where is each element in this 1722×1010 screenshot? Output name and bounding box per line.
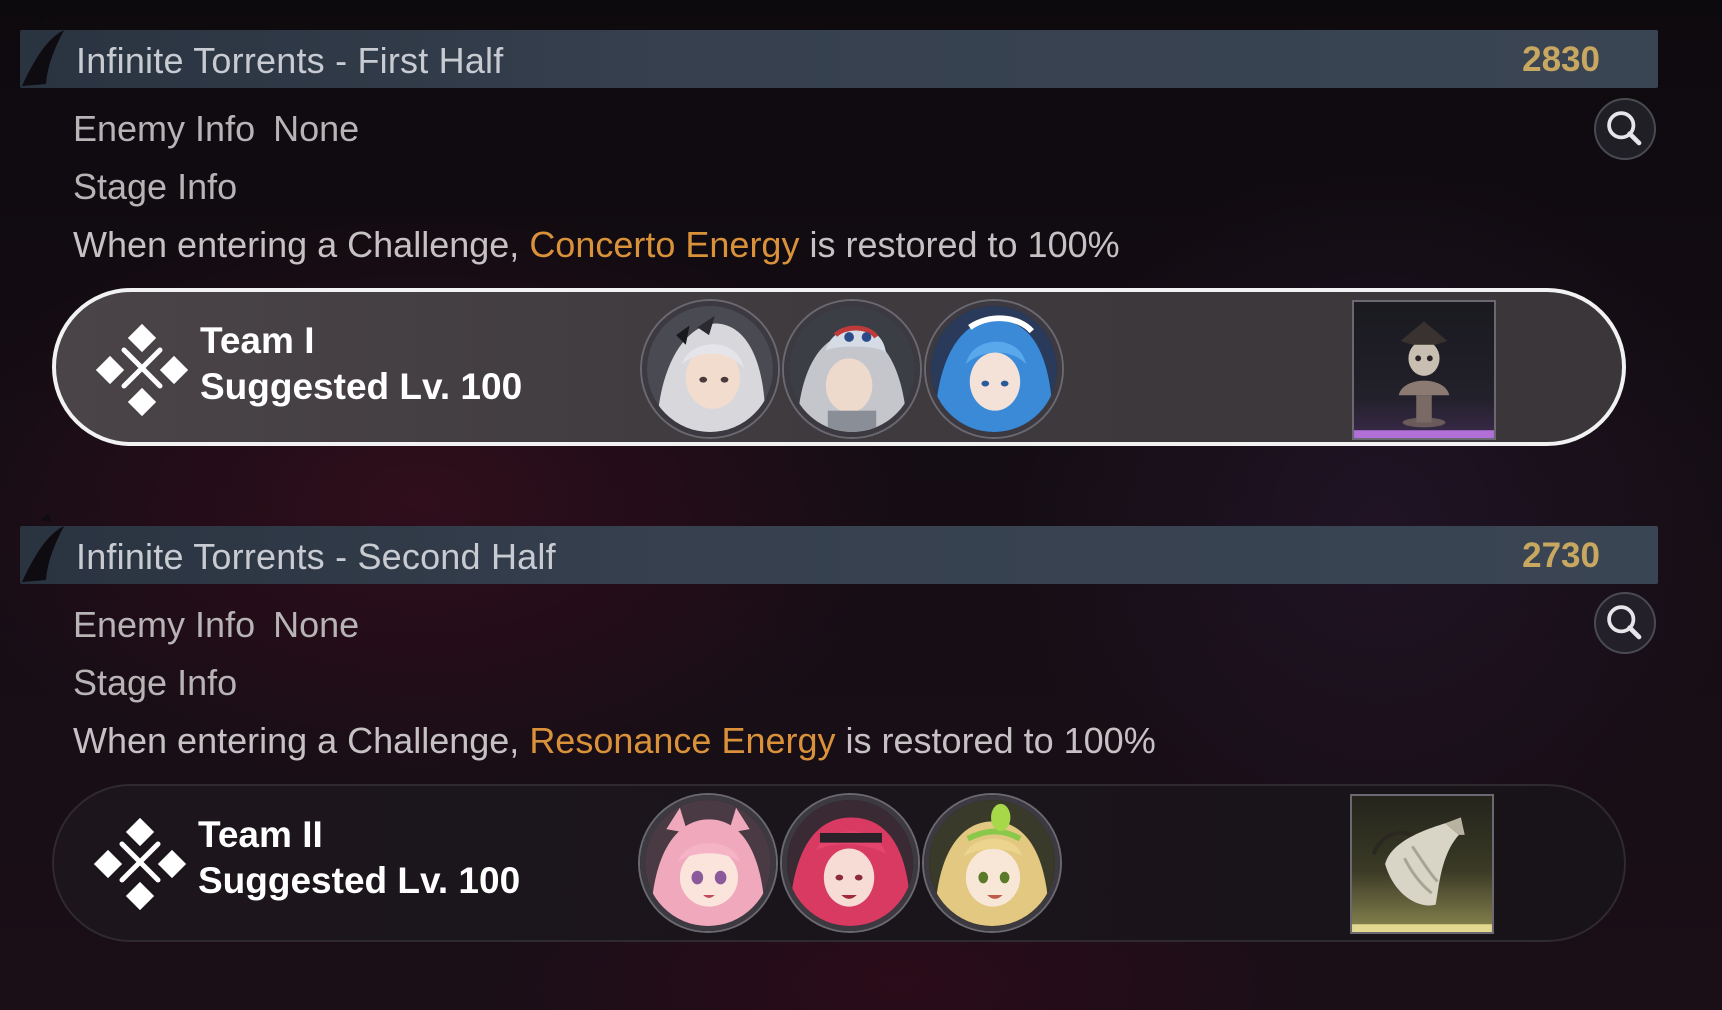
desc-highlight: Resonance Energy <box>529 720 836 761</box>
horn-item-icon[interactable] <box>1350 794 1494 934</box>
stage-info-label: Stage Info <box>73 662 238 703</box>
team-card-2[interactable]: Team II Suggested Lv. 100 <box>52 784 1626 942</box>
enemy-search-button[interactable] <box>1594 592 1656 654</box>
team-emblem-icon <box>94 818 186 910</box>
blonde-haired-character-portrait[interactable] <box>924 795 1060 931</box>
stage-section-second-half: Infinite Torrents - Second Half 2730 Ene… <box>0 0 1722 1010</box>
team-name: Team II <box>198 814 323 855</box>
pink-haired-character-portrait[interactable] <box>640 795 776 931</box>
enemy-info-value: None <box>273 604 360 645</box>
desc-suffix: is restored to 100% <box>845 720 1156 761</box>
stage-description: When entering a Challenge, Resonance Ene… <box>73 720 1156 762</box>
section-title: Infinite Torrents - Second Half <box>76 536 556 577</box>
team-suggested-level: Suggested Lv. 100 <box>198 860 521 901</box>
search-icon <box>1607 605 1642 640</box>
desc-prefix: When entering a Challenge, <box>73 720 520 761</box>
enemy-info: Enemy Info None <box>73 604 359 646</box>
red-haired-character-portrait[interactable] <box>782 795 918 931</box>
enemy-info-label: Enemy Info <box>73 604 256 645</box>
section-score: 2730 <box>1522 536 1600 575</box>
